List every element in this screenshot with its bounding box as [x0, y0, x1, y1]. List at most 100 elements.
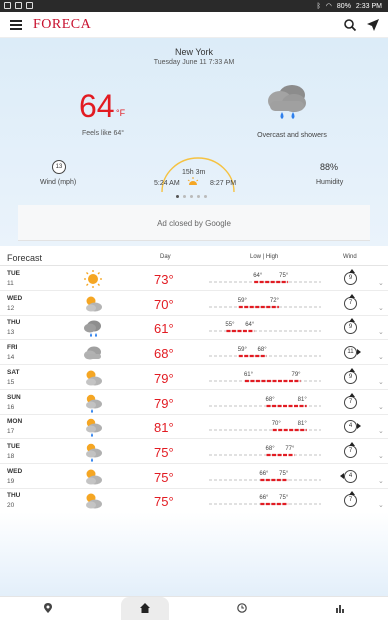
- wind-speed-badge: 7: [344, 444, 357, 458]
- page-dot[interactable]: [197, 195, 200, 198]
- forecast-day-date: 14: [7, 354, 15, 362]
- humidity-value: 88%: [320, 162, 339, 172]
- forecast-row[interactable]: WED 12 70° 59° 72° 7 ⌄: [0, 291, 388, 316]
- high-temp-label: 68°: [258, 347, 268, 353]
- forecast-row[interactable]: SAT 15 79° 61° 79° 9 ⌄: [0, 365, 388, 390]
- high-temp-label: 81°: [298, 421, 308, 427]
- forecast-day-date: 20: [7, 502, 15, 510]
- low-high-range-bar: 66° 75°: [209, 495, 321, 506]
- nav-home[interactable]: [121, 597, 169, 620]
- nav-hourly[interactable]: [218, 597, 266, 620]
- forecast-day-temp: 61°: [154, 321, 174, 337]
- sunny-icon: [84, 270, 102, 288]
- page-dot[interactable]: [190, 195, 193, 198]
- feels-like: Feels like 64°: [82, 130, 125, 137]
- cloud-rain-icon: [84, 320, 101, 338]
- wind-speed-badge: 4: [344, 469, 357, 483]
- expand-chevron-icon[interactable]: ⌄: [378, 477, 384, 485]
- expand-chevron-icon[interactable]: ⌄: [378, 501, 384, 509]
- forecast-day-temp: 81°: [154, 420, 174, 436]
- forecast-row[interactable]: THU 20 75° 66° 75° 7 ⌄: [0, 489, 388, 514]
- wind-label: Wind (mph): [40, 179, 77, 186]
- forecast-day-temp: 75°: [154, 469, 174, 485]
- forecast-day-temp: 70°: [154, 296, 174, 312]
- expand-chevron-icon[interactable]: ⌄: [378, 304, 384, 312]
- hamburger-icon[interactable]: [10, 20, 22, 30]
- forecast-day-name: WED: [7, 467, 23, 475]
- current-wind-badge: 13: [52, 160, 66, 174]
- expand-chevron-icon[interactable]: ⌄: [378, 378, 384, 386]
- expand-chevron-icon[interactable]: ⌄: [378, 452, 384, 460]
- bar-chart-icon: [336, 605, 344, 613]
- forecast-row[interactable]: WED 19 75° 66° 75° 4 ⌄: [0, 464, 388, 489]
- wind-direction-arrow-icon: [357, 423, 361, 430]
- low-high-range-bar: 64° 75°: [209, 273, 321, 284]
- status-time: 2:33 PM: [355, 2, 382, 10]
- low-high-range-bar: 70° 81°: [209, 421, 321, 432]
- expand-chevron-icon[interactable]: ⌄: [378, 403, 384, 411]
- forecast-day-name: TUE: [7, 442, 20, 450]
- page-indicator[interactable]: [176, 195, 207, 198]
- column-low-high: Low | High: [250, 254, 279, 260]
- partly-cloudy-icon: [86, 493, 102, 509]
- column-day: Day: [160, 254, 171, 260]
- high-temp-label: 64°: [245, 322, 255, 328]
- forecast-day-date: 15: [7, 378, 15, 386]
- nav-charts[interactable]: [316, 597, 364, 620]
- page-dot[interactable]: [176, 195, 179, 198]
- current-temperature: 64: [79, 88, 115, 124]
- forecast-row[interactable]: FRI 14 68° 59° 68° 11 ⌄: [0, 341, 388, 366]
- page-dot[interactable]: [183, 195, 186, 198]
- expand-chevron-icon[interactable]: ⌄: [378, 279, 384, 287]
- low-temp-label: 55°: [225, 322, 235, 328]
- forecast-day-temp: 75°: [154, 444, 174, 460]
- forecast-row[interactable]: SUN 16 79° 68° 81° 7 ⌄: [0, 390, 388, 415]
- forecast-row[interactable]: MON 17 81° 70° 81° 4 ⌄: [0, 415, 388, 440]
- image-icon: [15, 2, 22, 9]
- forecast-day-name: THU: [7, 319, 21, 327]
- low-temp-label: 64°: [253, 273, 263, 279]
- low-temp-label: 68°: [266, 397, 276, 403]
- wind-speed-badge: 11: [344, 346, 357, 360]
- partly-cloudy-rain-icon: [86, 394, 102, 413]
- forecast-day-date: 17: [7, 428, 15, 436]
- clock-icon: [237, 603, 247, 613]
- current-weather-panel: New York Tuesday June 11 7:33 AM 64 °F F…: [0, 38, 388, 246]
- wind-direction-arrow-icon: [349, 392, 355, 397]
- high-temp-label: 72°: [270, 298, 280, 304]
- forecast-day-name: SAT: [7, 368, 20, 376]
- forecast-row[interactable]: TUE 11 73° 64° 75° 9 ⌄: [0, 267, 388, 291]
- expand-chevron-icon[interactable]: ⌄: [378, 427, 384, 435]
- wind-speed-badge: 7: [344, 296, 357, 310]
- low-high-range-bar: 68° 77°: [209, 446, 321, 456]
- app-bar: FORECA: [0, 12, 388, 38]
- forecast-row[interactable]: THU 13 61° 55° 64° 9 ⌄: [0, 316, 388, 341]
- expand-chevron-icon[interactable]: ⌄: [378, 353, 384, 361]
- forecast-day-temp: 79°: [154, 370, 174, 386]
- status-bar: ᛒ ◠ 80% 2:33 PM: [0, 0, 388, 12]
- page-dot[interactable]: [204, 195, 207, 198]
- battery-level: 80%: [336, 2, 351, 10]
- low-high-range-bar: 59° 68°: [209, 347, 321, 358]
- sunrise-time: 5:24 AM: [154, 180, 180, 187]
- forecast-day-temp: 68°: [154, 346, 174, 362]
- nav-location[interactable]: [24, 597, 72, 620]
- forecast-title: Forecast: [7, 253, 43, 263]
- expand-chevron-icon[interactable]: ⌄: [378, 328, 384, 336]
- ad-closed-text: Ad closed by Google: [157, 219, 231, 228]
- search-icon[interactable]: [343, 18, 357, 32]
- navigation-arrow-icon[interactable]: [366, 18, 380, 32]
- wind-direction-arrow-icon: [349, 318, 355, 323]
- sunrise-sun-icon: [187, 177, 199, 185]
- partly-cloudy-rain-icon: [86, 443, 102, 462]
- high-temp-label: 75°: [279, 495, 289, 501]
- day-length: 15h 3m: [182, 169, 206, 176]
- low-temp-label: 59°: [238, 347, 248, 353]
- forecast-day-name: TUE: [7, 270, 20, 277]
- wifi-icon: ◠: [325, 3, 332, 10]
- wind-direction-arrow-icon: [357, 349, 361, 356]
- low-high-range-bar: 61° 79°: [209, 372, 321, 382]
- partly-cloudy-icon: [86, 370, 102, 386]
- current-datetime: Tuesday June 11 7:33 AM: [153, 59, 235, 66]
- forecast-row[interactable]: TUE 18 75° 68° 77° 7 ⌄: [0, 439, 388, 464]
